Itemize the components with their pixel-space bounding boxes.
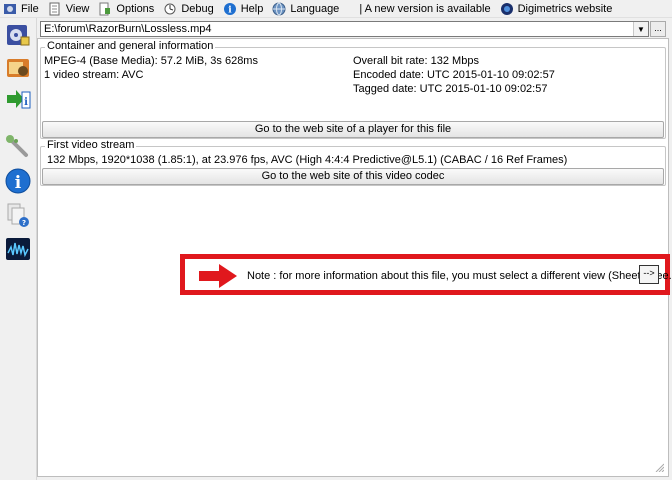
- file-path-text: E:\forum\RazorBurn\Lossless.mp4: [44, 23, 212, 35]
- note-text: Note : for more information about this f…: [247, 270, 672, 282]
- documents-help-icon: ?: [7, 203, 29, 227]
- overall-bit-rate: Overall bit rate: 132 Mbps: [353, 55, 479, 67]
- container-format: MPEG-4 (Base Media): 57.2 MiB, 3s 628ms: [44, 55, 258, 67]
- menu-bar: File View Options Debug i Help Language …: [0, 0, 672, 18]
- resize-grip-icon[interactable]: [654, 462, 664, 472]
- menu-website[interactable]: Digimetrics website: [497, 0, 619, 17]
- side-toolbar: i i ?: [0, 18, 37, 480]
- info-icon: i: [5, 168, 31, 194]
- debug-icon: [163, 2, 177, 16]
- menu-options[interactable]: Options: [95, 0, 160, 17]
- open-folder-button[interactable]: [3, 52, 33, 82]
- note-highlight-box: Note : for more information about this f…: [180, 254, 672, 295]
- svg-text:i: i: [15, 173, 22, 193]
- menu-help[interactable]: i Help: [220, 0, 270, 17]
- waveform-icon: [6, 238, 30, 260]
- export-button[interactable]: i: [3, 84, 33, 114]
- red-arrow-icon: [199, 264, 237, 288]
- menu-debug[interactable]: Debug: [160, 0, 219, 17]
- file-path-combobox[interactable]: E:\forum\RazorBurn\Lossless.mp4 ▼: [40, 21, 649, 37]
- open-file-button[interactable]: [3, 20, 33, 50]
- svg-text:i: i: [228, 5, 232, 15]
- menu-language[interactable]: Language: [269, 0, 345, 17]
- container-group-title: Container and general information: [45, 40, 216, 52]
- graph-view-button[interactable]: [3, 234, 33, 264]
- preferences-button[interactable]: [3, 132, 33, 162]
- file-app-icon: [3, 2, 17, 16]
- knowledge-button[interactable]: ?: [3, 200, 33, 230]
- about-button[interactable]: i: [3, 166, 33, 196]
- browse-button[interactable]: ...: [650, 21, 666, 37]
- options-icon: [98, 2, 112, 16]
- wrench-icon: [6, 135, 28, 157]
- tagged-date: Tagged date: UTC 2015-01-10 09:02:57: [353, 83, 548, 95]
- change-view-button[interactable]: -->: [639, 265, 659, 284]
- container-group: Container and general information MPEG-4…: [40, 40, 666, 139]
- chevron-down-icon[interactable]: ▼: [633, 22, 648, 36]
- video-details: 132 Mbps, 1920*1038 (1.85:1), at 23.976 …: [47, 154, 568, 166]
- codec-website-button[interactable]: Go to the web site of this video codec: [42, 168, 664, 185]
- svg-text:i: i: [24, 97, 28, 108]
- menu-view[interactable]: View: [45, 0, 96, 17]
- digimetrics-icon: [500, 2, 514, 16]
- menu-file[interactable]: File: [0, 0, 45, 17]
- video-group: First video stream 132 Mbps, 1920*1038 (…: [40, 139, 666, 186]
- svg-text:?: ?: [22, 219, 26, 227]
- open-file-icon: [7, 25, 30, 46]
- container-streams: 1 video stream: AVC: [44, 69, 144, 81]
- globe-icon: [272, 2, 286, 16]
- video-group-title: First video stream: [45, 139, 137, 151]
- player-website-button[interactable]: Go to the web site of a player for this …: [42, 121, 664, 138]
- view-icon: [48, 2, 62, 16]
- open-folder-icon: [7, 59, 29, 77]
- menu-new-version[interactable]: | A new version is available: [345, 0, 496, 17]
- help-icon: i: [223, 2, 237, 16]
- encoded-date: Encoded date: UTC 2015-01-10 09:02:57: [353, 69, 555, 81]
- export-arrow-icon: i: [7, 90, 31, 109]
